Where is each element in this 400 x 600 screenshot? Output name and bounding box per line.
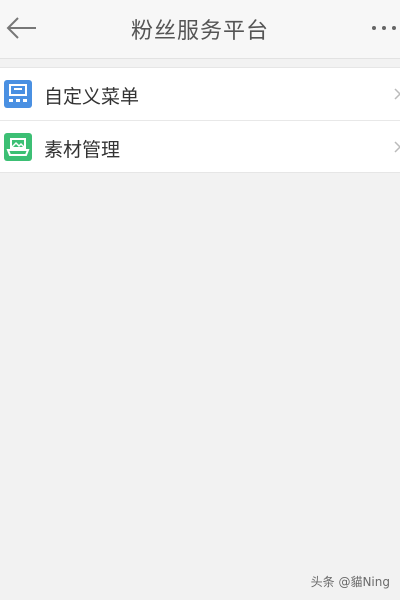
more-horizontal-icon [372, 26, 396, 30]
menu-item-label: 素材管理 [44, 139, 121, 161]
menu-item-custom-menu[interactable]: 自定义菜单 [0, 68, 400, 120]
chevron-right-icon [394, 88, 400, 100]
chevron-right-icon [394, 141, 400, 153]
menu-item-material-management[interactable]: 素材管理 [0, 120, 400, 172]
page-title: 粉丝服务平台 [130, 19, 269, 44]
top-bar: 粉丝服务平台 [0, 0, 400, 59]
watermark: 头条 @貓Ning [310, 575, 390, 589]
material-library-icon [4, 133, 32, 161]
service-menu-list: 自定义菜单 素材管理 [0, 67, 400, 173]
more-button[interactable] [368, 12, 400, 44]
menu-item-label: 自定义菜单 [44, 86, 140, 108]
custom-menu-icon [4, 80, 32, 108]
